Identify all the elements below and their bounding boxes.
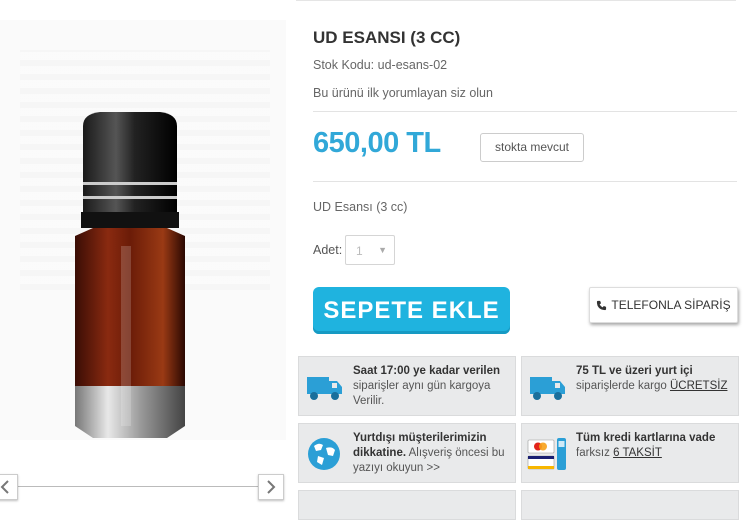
installments-link[interactable]: 6 TAKSİT	[613, 447, 662, 459]
info-text: 75 TL ve üzeri yurt içi siparişlerde kar…	[576, 364, 734, 394]
quantity-select[interactable]: 1 ▼	[345, 235, 395, 265]
chevron-down-icon: ▼	[378, 245, 387, 255]
info-box-partial	[521, 490, 739, 520]
product-price: 650,00 TL	[313, 127, 441, 159]
info-text: Saat 17:00 ye kadar verilen siparişler a…	[353, 364, 511, 409]
info-bold: Tüm kredi kartlarına vade	[576, 432, 716, 444]
quantity-value: 1	[356, 244, 363, 258]
info-body: farksız	[576, 447, 614, 459]
divider	[313, 181, 737, 182]
globe-icon	[308, 438, 340, 470]
info-box-installments: Tüm kredi kartlarına vade farksız 6 TAKS…	[521, 423, 739, 483]
chevron-right-icon	[267, 480, 276, 494]
perfume-bottle-image	[75, 112, 185, 438]
phone-order-button[interactable]: TELEFONLA SİPARİŞ	[589, 287, 738, 323]
info-text: Tüm kredi kartlarına vade farksız 6 TAKS…	[576, 431, 734, 461]
free-shipping-link[interactable]: ÜCRETSİZ	[670, 380, 728, 392]
product-gallery	[0, 0, 292, 509]
phone-icon	[597, 300, 607, 311]
gallery-slider-track	[4, 486, 268, 487]
product-sku: Stok Kodu: ud-esans-02	[313, 58, 448, 72]
chevron-left-icon	[0, 480, 9, 494]
truck-icon	[307, 377, 342, 400]
info-box-partial	[298, 490, 516, 520]
truck-icon	[530, 377, 565, 400]
info-box-delivery: Saat 17:00 ye kadar verilen siparişler a…	[298, 356, 516, 416]
divider	[313, 111, 737, 112]
info-body: siparişler aynı gün kargoya Verilir.	[353, 380, 491, 407]
info-text: Yurtdışı müşterilerimizin dikkatine. Alı…	[353, 431, 511, 476]
review-link[interactable]: Bu ürünü ilk yorumlayan siz olun	[313, 86, 493, 100]
info-box-free-shipping: 75 TL ve üzeri yurt içi siparişlerde kar…	[521, 356, 739, 416]
product-image[interactable]	[0, 20, 286, 440]
info-box-international[interactable]: Yurtdışı müşterilerimizin dikkatine. Alı…	[298, 423, 516, 483]
info-bold: Saat 17:00 ye kadar verilen	[353, 365, 501, 377]
phone-order-label: TELEFONLA SİPARİŞ	[611, 298, 731, 312]
product-description: UD Esansı (3 cc)	[313, 200, 408, 214]
product-title: UD ESANSI (3 CC)	[313, 28, 461, 47]
top-divider	[296, 0, 736, 1]
gallery-prev-button[interactable]	[0, 474, 18, 500]
stock-badge: stokta mevcut	[480, 133, 584, 162]
quantity-label: Adet:	[313, 243, 343, 257]
add-to-cart-button[interactable]: SEPETE EKLE	[313, 287, 510, 334]
credit-card-icon	[527, 438, 566, 470]
info-body: siparişlerde kargo	[576, 380, 670, 392]
gallery-next-button[interactable]	[258, 474, 284, 500]
info-bold: 75 TL ve üzeri yurt içi	[576, 365, 693, 377]
